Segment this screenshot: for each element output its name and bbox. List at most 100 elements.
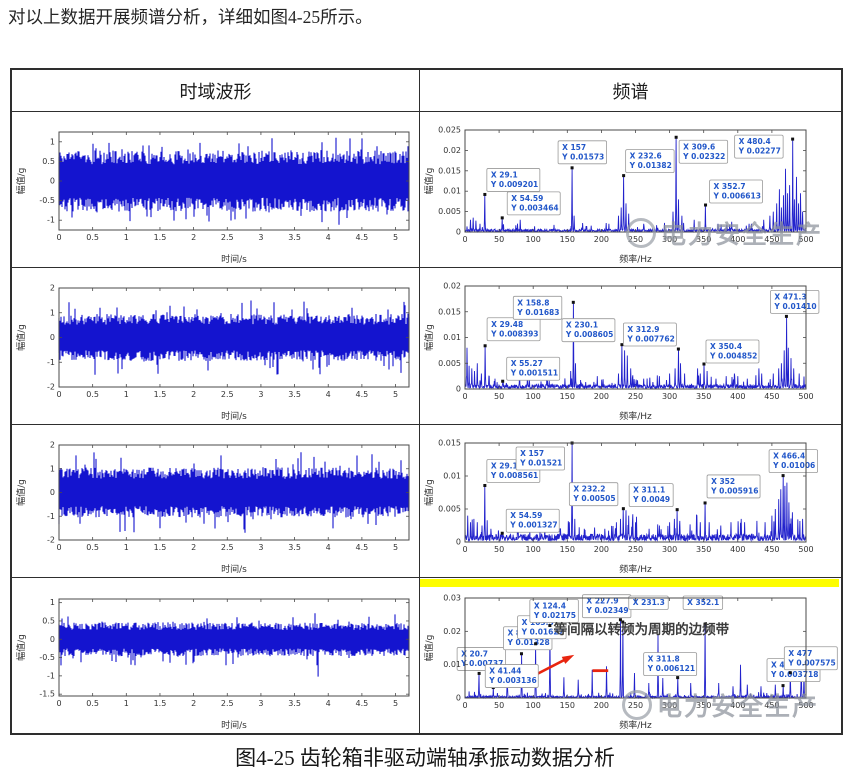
column-header-time-waveform: 时域波形 [12, 70, 420, 112]
svg-text:0.015: 0.015 [438, 307, 461, 316]
svg-text:幅值/g: 幅值/g [15, 168, 27, 195]
svg-text:3.5: 3.5 [288, 699, 301, 708]
svg-text:X 55.27: X 55.27 [511, 359, 543, 368]
svg-text:时间/s: 时间/s [221, 719, 247, 731]
spectrum-plot-row1: X 29.1Y 0.009201X 54.59Y 0.003464X 157Y … [421, 114, 840, 266]
svg-text:0.005: 0.005 [438, 359, 461, 368]
svg-text:Y 0.007575: Y 0.007575 [787, 658, 835, 667]
svg-text:X 312.9: X 312.9 [627, 325, 659, 334]
svg-text:Y 0.01382: Y 0.01382 [629, 161, 672, 170]
svg-text:Y 0.02322: Y 0.02322 [682, 152, 725, 161]
svg-text:0: 0 [56, 699, 61, 708]
svg-text:1: 1 [124, 233, 129, 242]
svg-text:500: 500 [798, 392, 813, 401]
svg-text:-2: -2 [47, 536, 55, 545]
svg-text:0: 0 [456, 228, 461, 237]
svg-text:0: 0 [56, 543, 61, 552]
svg-text:50: 50 [494, 701, 504, 710]
svg-text:0.01: 0.01 [443, 187, 461, 196]
svg-text:1: 1 [50, 308, 55, 317]
svg-text:X 157: X 157 [520, 449, 544, 458]
svg-text:0.5: 0.5 [86, 390, 99, 399]
svg-text:300: 300 [662, 235, 677, 244]
svg-text:Y 0.02277: Y 0.02277 [738, 147, 781, 156]
svg-text:Y 0.008561: Y 0.008561 [490, 471, 538, 480]
svg-text:200: 200 [594, 392, 609, 401]
svg-text:X 311.1: X 311.1 [633, 486, 665, 495]
svg-text:150: 150 [560, 701, 575, 710]
svg-text:4.5: 4.5 [356, 699, 369, 708]
svg-text:频率/Hz: 频率/Hz [619, 253, 652, 265]
svg-text:3: 3 [258, 233, 263, 242]
svg-text:0.5: 0.5 [42, 616, 55, 625]
svg-text:4: 4 [326, 543, 331, 552]
svg-text:100: 100 [526, 701, 541, 710]
svg-text:X 352.7: X 352.7 [714, 182, 746, 191]
svg-text:0.5: 0.5 [86, 233, 99, 242]
svg-text:250: 250 [628, 392, 643, 401]
svg-text:0: 0 [462, 235, 467, 244]
svg-text:X 29.1: X 29.1 [491, 461, 518, 470]
svg-text:0.015: 0.015 [438, 439, 461, 448]
svg-text:0.01: 0.01 [443, 660, 461, 669]
svg-text:X 29.48: X 29.48 [491, 320, 523, 329]
svg-text:0.01: 0.01 [443, 472, 461, 481]
svg-text:1.5: 1.5 [154, 543, 167, 552]
svg-text:-1: -1 [47, 671, 55, 680]
svg-text:X 232.2: X 232.2 [573, 485, 605, 494]
svg-text:频率/Hz: 频率/Hz [619, 410, 652, 422]
svg-text:450: 450 [764, 545, 779, 554]
svg-text:4: 4 [326, 390, 331, 399]
svg-text:X 54.59: X 54.59 [510, 511, 542, 520]
svg-text:4.5: 4.5 [356, 233, 369, 242]
time-chart-cell-row2: 00.511.522.533.544.55-2-1012时间/s幅值/g [12, 268, 420, 425]
svg-text:450: 450 [764, 235, 779, 244]
svg-text:350: 350 [696, 392, 711, 401]
svg-text:X 124.4: X 124.4 [534, 602, 566, 611]
svg-text:幅值/g: 幅值/g [15, 634, 27, 661]
svg-text:-1.5: -1.5 [39, 690, 55, 699]
svg-text:300: 300 [662, 545, 677, 554]
svg-text:350: 350 [696, 701, 711, 710]
svg-text:0: 0 [456, 385, 461, 394]
svg-text:3.5: 3.5 [288, 390, 301, 399]
svg-text:4: 4 [326, 699, 331, 708]
svg-text:1.5: 1.5 [154, 699, 167, 708]
svg-text:-0.5: -0.5 [39, 196, 55, 205]
svg-text:0: 0 [462, 392, 467, 401]
svg-text:Y 0.008393: Y 0.008393 [490, 329, 538, 338]
svg-text:4.5: 4.5 [356, 543, 369, 552]
svg-text:2: 2 [191, 233, 196, 242]
svg-text:0.5: 0.5 [86, 699, 99, 708]
svg-text:Y 0.003718: Y 0.003718 [770, 670, 818, 679]
svg-text:3: 3 [258, 390, 263, 399]
svg-text:X 471.3: X 471.3 [774, 292, 806, 301]
svg-text:Y 0.006121: Y 0.006121 [647, 664, 695, 673]
svg-text:Y 0.01328: Y 0.01328 [506, 638, 549, 647]
svg-text:4: 4 [326, 233, 331, 242]
spectrum-chart-cell-row3: X 29.1Y 0.008561X 54.59Y 0.001327X 157Y … [420, 425, 841, 578]
svg-text:100: 100 [526, 235, 541, 244]
svg-text:0.03: 0.03 [443, 594, 461, 603]
svg-text:幅值/g: 幅值/g [15, 479, 27, 506]
svg-text:等间隔以转频为周期的边频带: 等间隔以转频为周期的边频带 [554, 621, 730, 638]
svg-text:X 232.6: X 232.6 [630, 152, 662, 161]
svg-text:1: 1 [50, 137, 55, 146]
svg-text:Y 0.02349: Y 0.02349 [585, 606, 628, 615]
svg-text:Y 0.01573: Y 0.01573 [561, 152, 604, 161]
svg-text:250: 250 [628, 235, 643, 244]
svg-text:1: 1 [124, 543, 129, 552]
svg-text:50: 50 [494, 545, 504, 554]
svg-text:X 466.4: X 466.4 [773, 452, 805, 461]
svg-text:X 480.4: X 480.4 [739, 137, 771, 146]
svg-text:X 157: X 157 [562, 143, 586, 152]
svg-text:2.5: 2.5 [221, 390, 234, 399]
svg-text:5: 5 [393, 390, 398, 399]
svg-text:0: 0 [50, 177, 55, 186]
svg-text:3: 3 [258, 699, 263, 708]
svg-text:2.5: 2.5 [221, 699, 234, 708]
svg-text:X 352.1: X 352.1 [687, 598, 719, 607]
svg-text:频率/Hz: 频率/Hz [619, 719, 652, 731]
svg-text:Y 0.008605: Y 0.008605 [565, 330, 613, 339]
svg-text:0: 0 [50, 488, 55, 497]
